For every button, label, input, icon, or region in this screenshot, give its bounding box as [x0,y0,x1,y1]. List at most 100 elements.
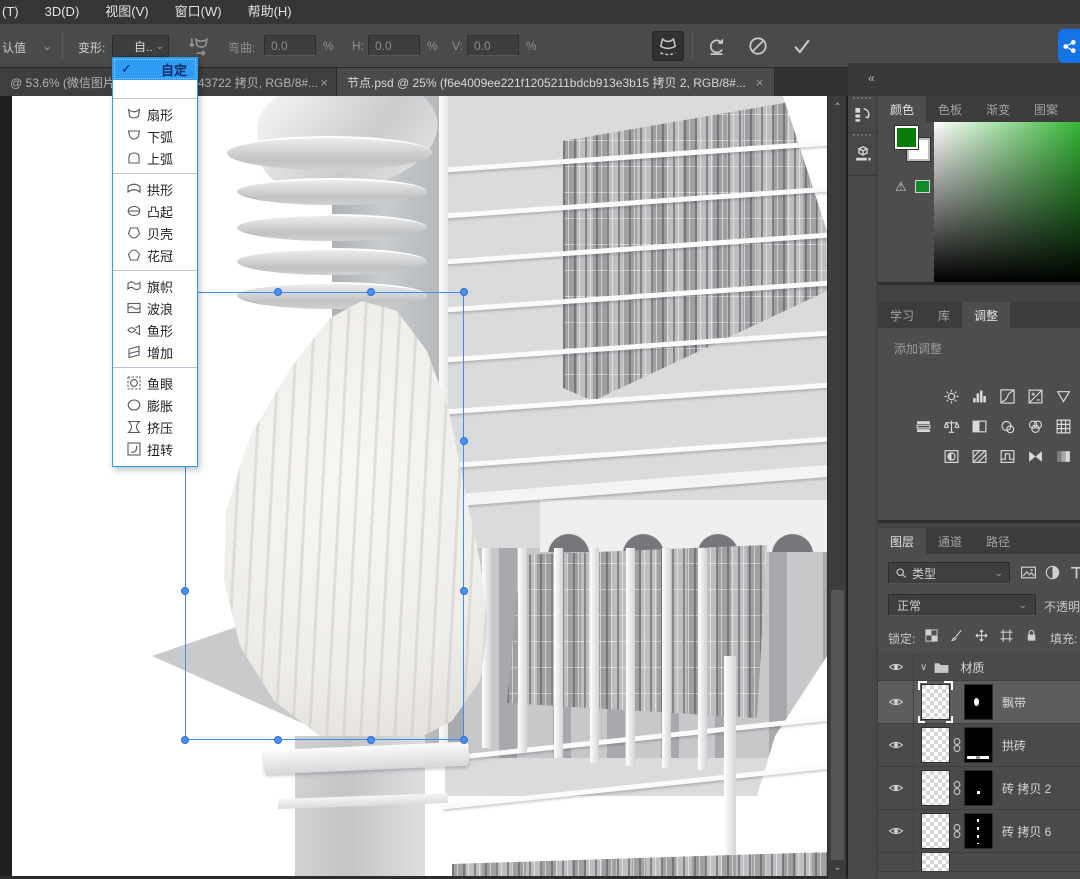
menubar-item-0[interactable]: (T) [0,0,32,24]
visibility-eye-icon[interactable] [878,654,914,680]
warp-control-handle[interactable] [460,736,468,744]
layer-row-partial[interactable] [878,853,1080,872]
warp-menu-item[interactable]: 鱼眼 [113,372,197,394]
warp-menu-item[interactable]: 鱼形 [113,319,197,341]
layer-mask-thumbnail[interactable] [965,728,992,762]
warp-control-handle[interactable] [274,736,282,744]
mask-link-icon[interactable] [949,823,965,839]
foreground-color-swatch[interactable] [895,126,918,149]
preset-chevron-icon[interactable]: ⌄ [42,39,52,53]
tab-通道[interactable]: 通道 [926,528,974,554]
cancel-transform-button[interactable] [742,31,774,61]
warp-menu-item[interactable]: 波浪 [113,297,197,319]
lock-transparency-icon[interactable] [924,628,939,643]
layer-mask-thumbnail[interactable] [965,771,992,805]
color-balance-icon[interactable] [943,418,960,435]
layer-row-0[interactable]: 飘带 [878,681,1080,724]
vibrance-icon[interactable] [1055,388,1072,405]
threshold-icon[interactable] [999,448,1016,465]
materials-panel-button[interactable] [848,133,877,175]
warp-menu-item[interactable]: 增加 [113,341,197,363]
lock-all-icon[interactable] [1024,628,1039,643]
warp-menu-item[interactable]: 旗帜 [113,275,197,297]
layer-mask-thumbnail[interactable] [965,685,992,719]
warp-menu-item[interactable]: 凸起 [113,200,197,222]
warp-bounding-box[interactable] [185,292,464,740]
blend-mode-select[interactable]: 正常 ⌄ [888,594,1036,616]
layer-filter-select[interactable]: 类型 ⌄ [888,562,1010,584]
invert-icon[interactable] [943,448,960,465]
v-input[interactable]: 0.0 [467,35,519,56]
history-panel-button[interactable] [848,96,877,132]
selective-color-icon[interactable] [1055,448,1072,465]
tab-调整[interactable]: 调整 [962,302,1010,328]
visibility-eye-icon[interactable] [878,767,914,809]
close-tab-icon[interactable]: × [756,75,764,90]
tab-渐变[interactable]: 渐变 [974,96,1022,122]
reset-button[interactable] [700,31,732,61]
collapse-panels-icon[interactable]: « [868,71,874,85]
layer-mask-thumbnail[interactable] [965,814,992,848]
toggle-warp-mode-button[interactable] [652,31,684,61]
share-button[interactable] [1058,29,1080,63]
color-lookup-icon[interactable] [1055,418,1072,435]
lock-paint-icon[interactable] [949,628,964,643]
chevron-down-icon[interactable]: ∨ [920,662,927,673]
layer-row-3[interactable]: 砖 拷贝 6 [878,810,1080,853]
lock-artboard-icon[interactable] [999,628,1014,643]
scroll-down-icon[interactable]: ⌄ [828,862,847,873]
mask-link-icon[interactable] [949,737,965,753]
commit-transform-button[interactable] [786,31,818,61]
scrollbar-thumb[interactable] [831,590,844,860]
warp-menu-item[interactable]: 花冠 [113,244,197,266]
layer-group-row[interactable]: ∨材质 [878,654,1080,681]
exposure-icon[interactable] [1027,388,1044,405]
layer-thumbnail[interactable] [922,685,949,719]
warp-control-handle[interactable] [460,587,468,595]
brightness-contrast-icon[interactable] [943,388,960,405]
warp-control-handle[interactable] [181,736,189,744]
mask-link-icon[interactable] [949,780,965,796]
h-input[interactable]: 0.0 [368,35,420,56]
menubar-item-3[interactable]: 窗口(W) [162,0,235,24]
gradient-map-icon[interactable] [1027,448,1044,465]
tab-路径[interactable]: 路径 [974,528,1022,554]
layer-row-1[interactable]: 拱砖 [878,724,1080,767]
menubar-item-2[interactable]: 视图(V) [92,0,161,24]
black-white-icon[interactable] [971,418,988,435]
close-tab-icon[interactable]: × [320,75,328,90]
layer-thumbnail[interactable] [922,814,949,848]
menubar-item-1[interactable]: 3D(D) [32,0,93,24]
color-picker-field[interactable] [934,122,1080,282]
levels-icon[interactable] [971,388,988,405]
layer-thumbnail[interactable] [922,728,949,762]
warp-menu-item[interactable]: 贝壳 [113,222,197,244]
warp-control-handle[interactable] [367,288,375,296]
tab-颜色[interactable]: 颜色 [878,96,926,122]
filter-kind-type-icon[interactable] [1068,564,1080,581]
layer-row-2[interactable]: 砖 拷贝 2 [878,767,1080,810]
filter-kind-image-icon[interactable] [1020,564,1037,581]
document-tab-1[interactable]: 节点.psd @ 25% (f6e4009ee221f1205211bdcb91… [337,68,775,96]
curves-icon[interactable] [999,388,1016,405]
warp-menu-item-custom-selected[interactable]: ✓自定 [113,58,197,80]
warp-menu-item[interactable]: 扭转 [113,438,197,460]
gamut-warning-icon[interactable]: ⚠ [895,179,907,195]
warp-menu-item[interactable]: 扇形 [113,103,197,125]
visibility-eye-icon[interactable] [878,853,914,871]
gamut-color-swatch[interactable] [915,180,930,193]
tab-库[interactable]: 库 [926,302,962,328]
warp-control-handle[interactable] [367,736,375,744]
scroll-up-icon[interactable]: ⌃ [828,102,847,113]
visibility-eye-icon[interactable] [878,810,914,852]
preset-button[interactable]: 认值 [2,39,26,56]
photo-filter-icon[interactable] [999,418,1016,435]
layer-thumbnail[interactable] [922,853,949,872]
warp-menu-item[interactable]: 挤压 [113,416,197,438]
warp-menu-item[interactable]: 上弧 [113,147,197,169]
tab-图层[interactable]: 图层 [878,528,926,554]
warp-menu-item[interactable]: 下弧 [113,125,197,147]
tab-图案[interactable]: 图案 [1022,96,1070,122]
channel-mixer-icon[interactable] [1027,418,1044,435]
warp-menu-item[interactable]: 拱形 [113,178,197,200]
